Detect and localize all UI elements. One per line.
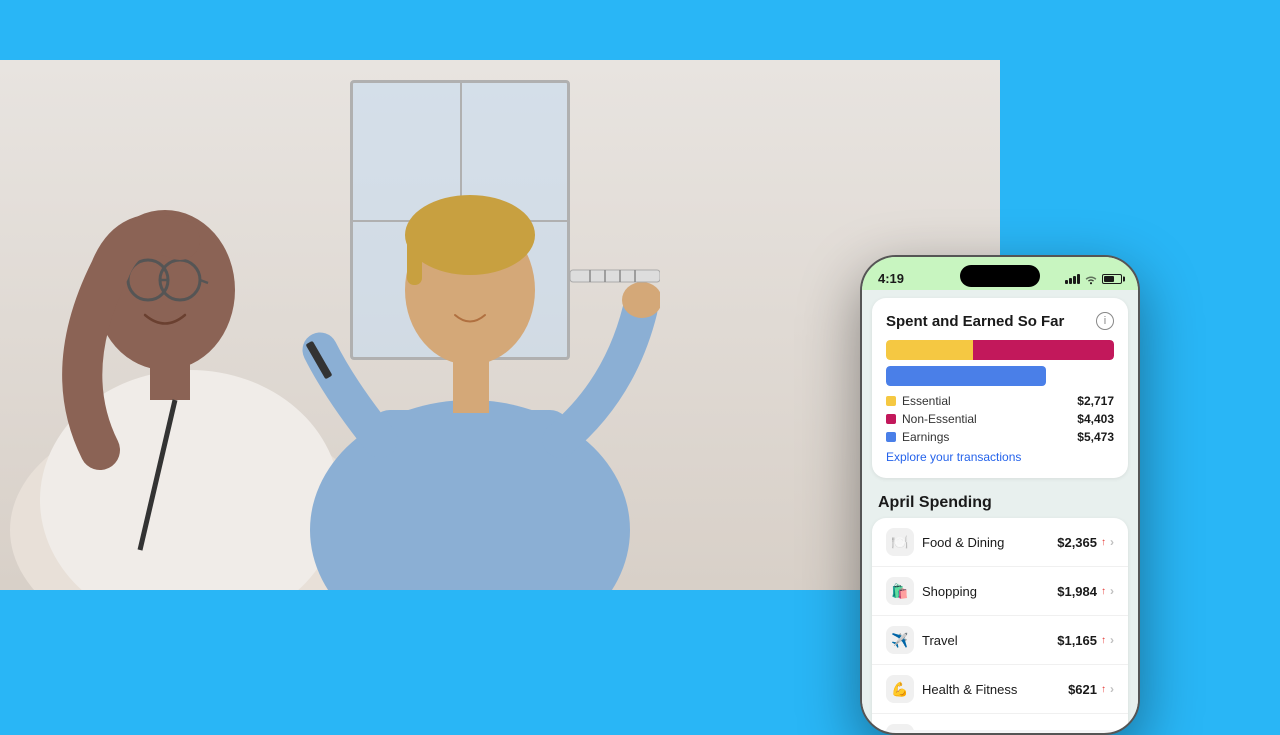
signal-icon — [1065, 274, 1080, 284]
nonessential-dot — [886, 414, 896, 424]
nonessential-bar — [973, 340, 1114, 360]
travel-icon: ✈️ — [886, 626, 914, 654]
essential-dot — [886, 396, 896, 406]
earnings-bar — [886, 366, 1046, 386]
shopping-amount: $1,984 — [1057, 584, 1097, 599]
shopping-icon: 🛍️ — [886, 577, 914, 605]
legend: Essential $2,717 Non-Essential $4,403 — [886, 394, 1114, 444]
april-spending-title: April Spending — [862, 486, 1138, 518]
nonessential-label: Non-Essential — [902, 412, 977, 426]
spending-item-travel[interactable]: ✈️ Travel $1,165 ↑ › — [872, 616, 1128, 665]
food-icon: 🍽️ — [886, 528, 914, 556]
earnings-value: $5,473 — [1077, 430, 1114, 444]
health-right: $621 ↑ › — [1068, 682, 1114, 697]
wifi-icon — [1084, 273, 1098, 285]
legend-essential: Essential $2,717 — [886, 394, 1114, 408]
travel-right: $1,165 ↑ › — [1057, 633, 1114, 648]
food-amount: $2,365 — [1057, 535, 1097, 550]
health-chevron: › — [1110, 682, 1114, 696]
background-photo — [0, 60, 1000, 590]
shopping-chevron: › — [1110, 584, 1114, 598]
spending-item-food[interactable]: 🍽️ Food & Dining $2,365 ↑ › — [872, 518, 1128, 567]
food-label: Food & Dining — [922, 535, 1004, 550]
travel-trend-icon: ↑ — [1101, 635, 1106, 646]
legend-nonessential-left: Non-Essential — [886, 412, 977, 426]
entertainment-left: 🎭 Entertainment — [886, 724, 1003, 730]
health-icon: 💪 — [886, 675, 914, 703]
health-amount: $621 — [1068, 682, 1097, 697]
earnings-dot — [886, 432, 896, 442]
essential-bar — [886, 340, 973, 360]
card-title: Spent and Earned So Far — [886, 313, 1064, 330]
info-icon[interactable]: i — [1096, 312, 1114, 330]
spending-list: 🍽️ Food & Dining $2,365 ↑ › 🛍️ Shopping — [872, 518, 1128, 730]
card-header: Spent and Earned So Far i — [886, 312, 1114, 330]
phone-mockup: 4:19 — [860, 255, 1140, 735]
legend-earnings: Earnings $5,473 — [886, 430, 1114, 444]
essential-value: $2,717 — [1077, 394, 1114, 408]
shopping-label: Shopping — [922, 584, 977, 599]
status-time: 4:19 — [878, 271, 904, 286]
earnings-bar-row — [886, 366, 1114, 386]
spending-item-entertainment[interactable]: 🎭 Entertainment $283 ↑ › — [872, 714, 1128, 730]
nonessential-value: $4,403 — [1077, 412, 1114, 426]
shopping-left: 🛍️ Shopping — [886, 577, 977, 605]
spent-earned-card: Spent and Earned So Far i — [872, 298, 1128, 478]
legend-nonessential: Non-Essential $4,403 — [886, 412, 1114, 426]
health-trend-icon: ↑ — [1101, 684, 1106, 695]
shopping-right: $1,984 ↑ › — [1057, 584, 1114, 599]
legend-essential-left: Essential — [886, 394, 951, 408]
health-left: 💪 Health & Fitness — [886, 675, 1017, 703]
entertainment-icon: 🎭 — [886, 724, 914, 730]
dynamic-island — [960, 265, 1040, 287]
legend-earnings-left: Earnings — [886, 430, 949, 444]
spending-item-health[interactable]: 💪 Health & Fitness $621 ↑ › — [872, 665, 1128, 714]
spending-item-shopping[interactable]: 🛍️ Shopping $1,984 ↑ › — [872, 567, 1128, 616]
earnings-label: Earnings — [902, 430, 949, 444]
phone-body: 4:19 — [860, 255, 1140, 735]
shopping-trend-icon: ↑ — [1101, 586, 1106, 597]
travel-chevron: › — [1110, 633, 1114, 647]
person-right — [280, 90, 660, 590]
food-trend-icon: ↑ — [1101, 537, 1106, 548]
travel-amount: $1,165 — [1057, 633, 1097, 648]
food-chevron: › — [1110, 535, 1114, 549]
travel-left: ✈️ Travel — [886, 626, 958, 654]
status-icons — [1065, 273, 1122, 285]
essential-label: Essential — [902, 394, 951, 408]
food-left: 🍽️ Food & Dining — [886, 528, 1004, 556]
top-band — [0, 0, 1280, 60]
spending-bar — [886, 340, 1114, 360]
health-label: Health & Fitness — [922, 682, 1017, 697]
battery-icon — [1102, 274, 1122, 284]
food-right: $2,365 ↑ › — [1057, 535, 1114, 550]
app-content: Spent and Earned So Far i — [862, 290, 1138, 730]
travel-label: Travel — [922, 633, 958, 648]
explore-transactions-link[interactable]: Explore your transactions — [886, 450, 1114, 464]
